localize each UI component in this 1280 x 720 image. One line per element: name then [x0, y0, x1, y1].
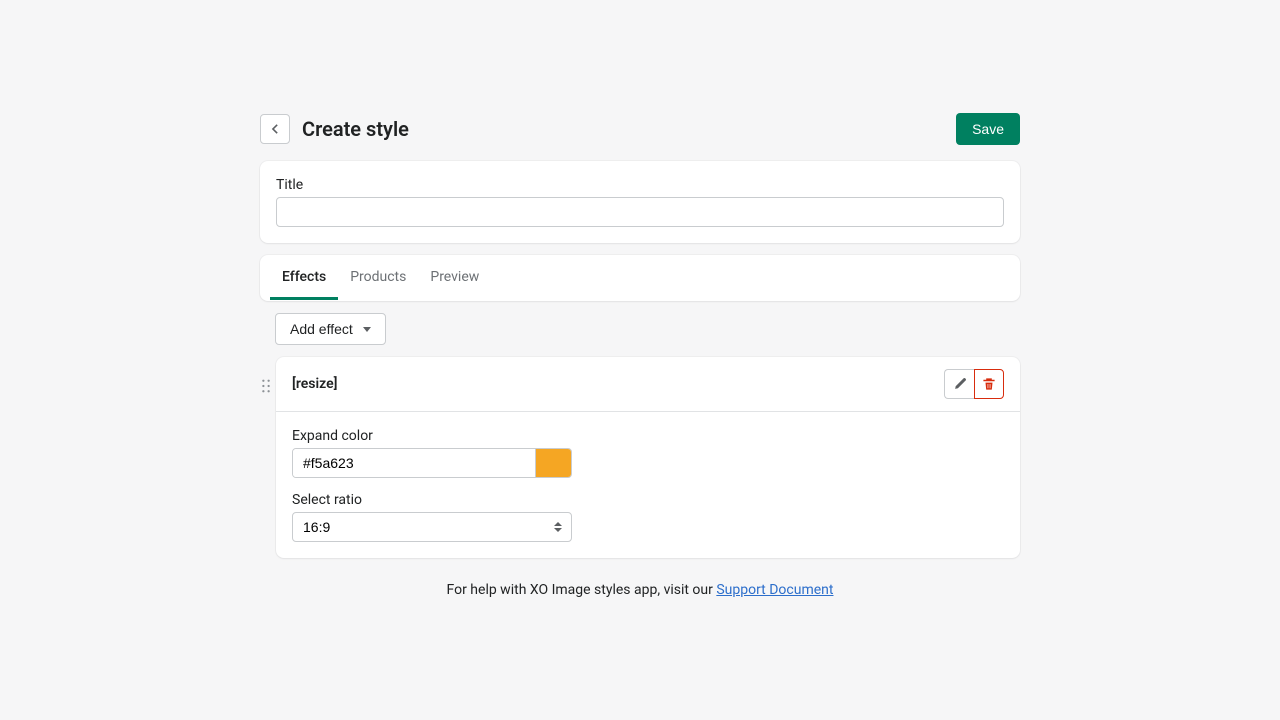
save-button[interactable]: Save [956, 113, 1020, 145]
add-effect-button[interactable]: Add effect [275, 313, 386, 345]
ratio-select[interactable]: 16:9 [292, 512, 572, 542]
chevron-down-icon [363, 327, 371, 332]
tabs-card: Effects Products Preview [260, 255, 1020, 301]
drag-handle[interactable] [260, 357, 272, 393]
title-card: Title [260, 161, 1020, 243]
trash-icon [982, 377, 996, 391]
color-swatch[interactable] [535, 449, 571, 477]
help-prefix: For help with XO Image styles app, visit… [447, 582, 717, 598]
arrow-left-icon [267, 121, 283, 137]
page-title: Create style [302, 117, 409, 141]
effect-card-resize: [resize] Expand color [276, 357, 1020, 558]
pencil-icon [953, 377, 967, 391]
edit-effect-button[interactable] [944, 369, 974, 399]
select-ratio-label: Select ratio [292, 492, 572, 508]
expand-color-label: Expand color [292, 428, 572, 444]
add-effect-label: Add effect [290, 321, 353, 337]
title-label: Title [276, 177, 1004, 193]
tab-effects[interactable]: Effects [270, 255, 338, 300]
help-text: For help with XO Image styles app, visit… [260, 582, 1020, 598]
delete-effect-button[interactable] [974, 369, 1004, 399]
tabs: Effects Products Preview [260, 255, 1020, 301]
support-link[interactable]: Support Document [716, 582, 833, 598]
tab-preview[interactable]: Preview [418, 255, 491, 300]
expand-color-input[interactable] [293, 449, 535, 477]
drag-icon [261, 379, 271, 393]
back-button[interactable] [260, 114, 290, 144]
title-input[interactable] [276, 197, 1004, 227]
tab-products[interactable]: Products [338, 255, 418, 300]
effect-title: [resize] [292, 376, 337, 392]
